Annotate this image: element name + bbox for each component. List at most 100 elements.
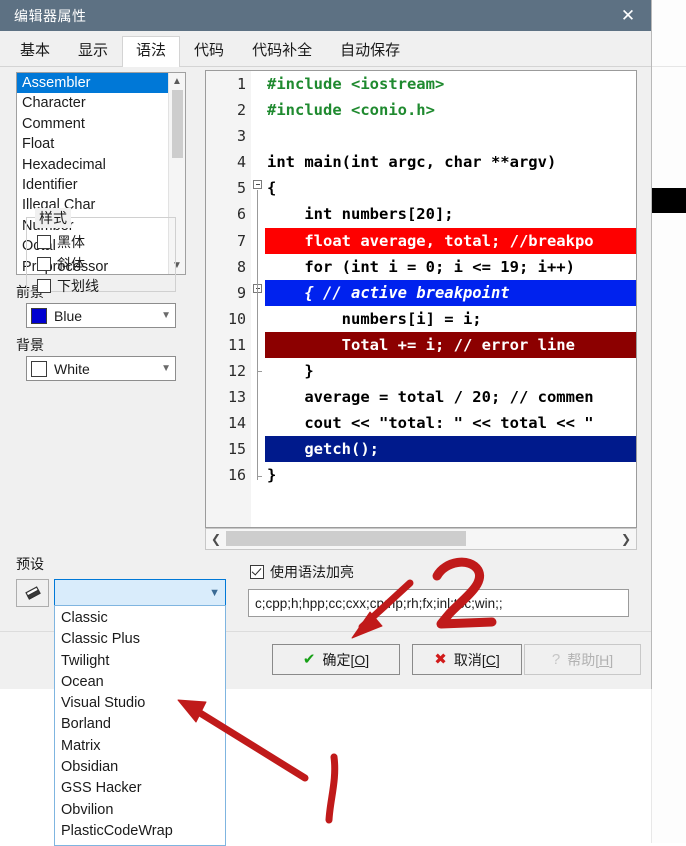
dropdown-item-ocean[interactable]: Ocean: [55, 672, 225, 693]
window-title: 编辑器属性: [14, 7, 87, 24]
line-number: 3: [236, 127, 246, 146]
dropdown-item-plasticcodewrap[interactable]: PlasticCodeWrap: [55, 821, 225, 842]
checkbox-bold[interactable]: 黑体: [37, 232, 175, 252]
tab-strip: 基本 显示 语法 代码 代码补全 自动保存: [0, 31, 651, 67]
code-line: }: [267, 362, 314, 381]
code-line: average = total / 20; // commen: [267, 388, 594, 407]
dropdown-item-gss-hacker[interactable]: GSS Hacker: [55, 778, 225, 799]
preset-dropdown-list[interactable]: Classic Classic Plus Twilight Ocean Visu…: [54, 605, 226, 846]
checkbox-label: 下划线: [57, 278, 99, 294]
eraser-icon[interactable]: [16, 579, 49, 607]
dropdown-item-visual-studio[interactable]: Visual Studio: [55, 693, 225, 714]
chevron-down-icon[interactable]: ▼: [161, 310, 171, 321]
line-number: 10: [227, 309, 246, 328]
checkbox-label: 黑体: [57, 234, 85, 250]
code-preview[interactable]: 1 2 3 4 5 6 7 8 9 10 11 12 13 14 15 16 #…: [205, 70, 637, 528]
list-item[interactable]: Assembler: [17, 73, 185, 94]
extensions-input[interactable]: c;cpp;h;hpp;cc;cxx;cp;hp;rh;fx;inl;tcc;w…: [248, 589, 629, 617]
line-number: 15: [227, 440, 246, 459]
code-line-breakpoint: float average, total; //breakpo: [265, 227, 636, 254]
tab-autosave[interactable]: 自动保存: [326, 36, 414, 66]
code-line: int numbers[20];: [267, 205, 454, 224]
background-divider: [651, 66, 686, 67]
preset-combo[interactable]: ▼: [54, 579, 226, 607]
chevron-left-icon[interactable]: ❮: [206, 532, 226, 546]
tab-code[interactable]: 代码: [180, 36, 238, 66]
cancel-button-label: 取消[: [453, 651, 486, 668]
fold-column[interactable]: [251, 71, 265, 527]
chevron-right-icon[interactable]: ❯: [616, 532, 636, 546]
line-number: 6: [236, 205, 246, 224]
background-black-bar: [651, 188, 686, 213]
code-line: #include <iostream>: [267, 75, 445, 93]
line-number: 1: [236, 75, 246, 93]
chevron-down-icon[interactable]: ▼: [209, 587, 220, 599]
fold-toggle-icon[interactable]: [253, 180, 262, 189]
checkbox-underline[interactable]: 下划线: [37, 276, 175, 296]
line-number-gutter: 1 2 3 4 5 6 7 8 9 10 11 12 13 14 15 16: [206, 71, 252, 527]
editor-properties-dialog: 编辑器属性 ✕ 基本 显示 语法 代码 代码补全 自动保存 Assembler …: [0, 0, 651, 689]
line-number: 5: [236, 179, 246, 198]
help-button-accel: H: [599, 651, 610, 668]
check-icon: ✔: [302, 651, 316, 668]
foreground-color-swatch: [31, 307, 47, 324]
cancel-button-accel: C: [485, 651, 496, 668]
line-number: 2: [236, 101, 246, 120]
dropdown-item-obsidian[interactable]: Obsidian: [55, 757, 225, 778]
preset-label: 预设: [16, 556, 44, 572]
list-item[interactable]: Comment: [17, 114, 185, 134]
tab-syntax[interactable]: 语法: [122, 36, 181, 67]
dropdown-item-classic[interactable]: Classic: [55, 608, 225, 629]
scrollbar-thumb[interactable]: [172, 90, 183, 158]
dropdown-item-twilight[interactable]: Twilight: [55, 651, 225, 672]
dropdown-item-borland[interactable]: Borland: [55, 714, 225, 735]
list-item[interactable]: Float: [17, 134, 185, 154]
background-color-value: White: [54, 360, 90, 377]
background-color-combo[interactable]: White ▼: [26, 356, 176, 381]
dropdown-item-classic-plus[interactable]: Classic Plus: [55, 629, 225, 650]
checkbox-italic[interactable]: 斜体: [37, 254, 175, 274]
checkbox-box[interactable]: [37, 257, 51, 271]
code-line: #include <conio.h>: [267, 101, 435, 120]
checkbox-box[interactable]: [250, 565, 264, 579]
fold-guide: [257, 190, 258, 480]
list-item[interactable]: Character: [17, 93, 185, 113]
line-number: 11: [227, 335, 246, 354]
code-line: int main(int argc, char **argv): [267, 153, 557, 172]
line-number: 9: [236, 283, 246, 302]
code-lines[interactable]: #include <iostream> #include <conio.h> i…: [265, 71, 636, 527]
dropdown-item-matrix[interactable]: Matrix: [55, 736, 225, 757]
foreground-color-combo[interactable]: Blue ▼: [26, 303, 176, 328]
close-icon[interactable]: ✕: [605, 0, 651, 31]
chevron-up-icon[interactable]: ▲: [169, 73, 185, 90]
line-number: 8: [236, 257, 246, 276]
foreground-color-value: Blue: [54, 307, 83, 324]
ok-button[interactable]: ✔ 确定[O]: [272, 644, 400, 675]
checkbox-box[interactable]: [37, 235, 51, 249]
title-bar: 编辑器属性 ✕: [0, 0, 651, 31]
dropdown-item-obvilion[interactable]: Obvilion: [55, 800, 225, 821]
list-item[interactable]: Hexadecimal: [17, 155, 185, 175]
tab-display[interactable]: 显示: [64, 36, 122, 66]
checkbox-use-syntax-highlight[interactable]: 使用语法加亮: [250, 562, 354, 582]
cancel-button[interactable]: ✖ 取消[C]: [412, 644, 522, 675]
list-item[interactable]: Identifier: [17, 175, 185, 195]
code-line: for (int i = 0; i <= 19; i++): [267, 257, 575, 276]
scrollbar-thumb[interactable]: [226, 531, 466, 546]
line-number: 14: [227, 414, 246, 433]
code-line-active-breakpoint: { // active breakpoint: [265, 279, 636, 306]
tab-basic[interactable]: 基本: [6, 36, 64, 66]
line-number: 4: [236, 153, 246, 172]
cross-icon: ✖: [434, 651, 447, 668]
chevron-down-icon[interactable]: ▼: [161, 363, 171, 374]
help-button: ? 帮助[H]: [524, 644, 641, 675]
scrollbar-track[interactable]: [226, 529, 616, 549]
background-label: 背景: [16, 337, 44, 353]
code-line-execution: getch();: [265, 436, 636, 463]
background-panel: [651, 0, 686, 843]
checkbox-box[interactable]: [37, 279, 51, 293]
tab-completion[interactable]: 代码补全: [238, 36, 326, 66]
code-preview-hscrollbar[interactable]: ❮ ❯: [205, 528, 637, 550]
ok-button-accel: O: [354, 651, 366, 668]
question-icon: ?: [551, 651, 561, 668]
